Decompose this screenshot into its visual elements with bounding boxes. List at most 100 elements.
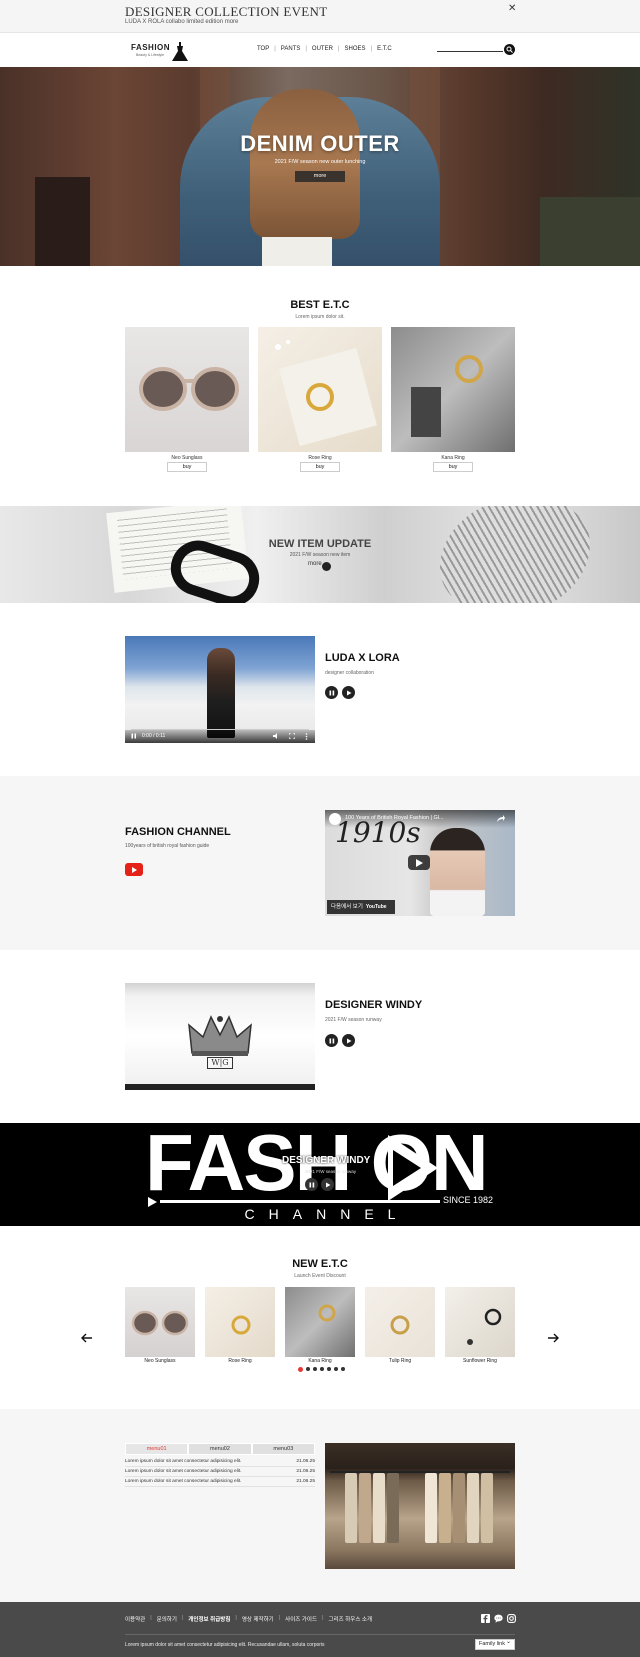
watch-on-youtube-button[interactable]: 다음에서 보기 YouTube (327, 900, 395, 914)
slider-dot[interactable] (334, 1367, 338, 1371)
nav-item-shoes[interactable]: SHOES (339, 46, 370, 52)
banner-since: SINCE 1982 (443, 1195, 494, 1205)
footer-separator: | (235, 1615, 237, 1621)
new-etc-subtitle: Launch Event Discount (294, 1273, 346, 1279)
play-button[interactable] (342, 686, 355, 699)
play-button[interactable] (342, 1034, 355, 1047)
buy-button[interactable]: buy (167, 462, 207, 472)
event-title[interactable]: DESIGNER COLLECTION EVENT (125, 4, 327, 20)
new-item-more-link[interactable]: more (308, 561, 322, 567)
slide-sunglass[interactable] (125, 1287, 195, 1357)
hero-banner: DENIM OUTER 2021 F/W season new outer lu… (0, 67, 640, 266)
tab-menu03[interactable]: menu03 (251, 1443, 315, 1455)
channel-avatar[interactable] (329, 813, 341, 825)
slider-dot[interactable] (298, 1366, 303, 1372)
news-row[interactable]: Lorem ipsum dolor sit amet consectetur a… (125, 1479, 315, 1487)
event-bar: DESIGNER COLLECTION EVENT LUDA X ROLA co… (0, 0, 640, 33)
fullscreen-icon[interactable] (289, 733, 295, 739)
slider-dot[interactable] (341, 1367, 345, 1371)
hero-more-button[interactable]: more (295, 171, 345, 182)
buy-button[interactable]: buy (300, 462, 340, 472)
facebook-icon[interactable] (481, 1614, 490, 1623)
dress-icon (172, 42, 188, 61)
search-button[interactable] (504, 44, 515, 55)
logo[interactable]: FASHION Beauty & Lifestyle (131, 42, 193, 62)
footer-separator: | (181, 1615, 184, 1621)
new-item-banner: NEW ITEM UPDATE 2021 F/W season new item… (0, 506, 640, 603)
play-icon (346, 690, 351, 695)
cloth (481, 1473, 493, 1543)
cloth (387, 1473, 399, 1543)
slide-tulip-ring[interactable] (365, 1287, 435, 1357)
product-image-sunglass[interactable] (125, 327, 249, 452)
arrow-left-icon[interactable] (80, 1331, 94, 1345)
more-options-icon[interactable] (305, 733, 308, 740)
youtube-embed[interactable]: 1910s 100 Years of British Royal Fashion… (325, 810, 515, 916)
slide-rose-ring[interactable] (205, 1287, 275, 1357)
logo-text: FASHION (131, 43, 171, 52)
tab-menu01[interactable]: menu01 (125, 1443, 189, 1455)
family-link-select[interactable]: Family link (475, 1638, 515, 1650)
news-row[interactable]: Lorem ipsum dolor sit amet consectetur a… (125, 1459, 315, 1467)
pause-icon[interactable] (131, 733, 137, 739)
footer-link-privacy[interactable]: 개인정보 취급방침 (188, 1615, 230, 1623)
play-icon (346, 1038, 351, 1043)
news-text: Lorem ipsum dolor sit amet consectetur a… (125, 1469, 242, 1474)
nav-item-pants[interactable]: PANTS (276, 46, 306, 52)
main-nav: TOP | PANTS | OUTER | SHOES | E.T.C (252, 46, 397, 52)
product-image-kana-ring[interactable] (391, 327, 515, 452)
volume-icon[interactable] (273, 733, 280, 739)
pause-button[interactable] (305, 1178, 318, 1191)
close-icon[interactable]: ✕ (508, 3, 516, 14)
video-player-windy[interactable]: W|G (125, 983, 315, 1090)
slide-name: Neo Sunglass (144, 1358, 176, 1364)
slider-dot[interactable] (327, 1367, 331, 1371)
product-name: Neo Sunglass (171, 455, 203, 461)
footer-link[interactable]: 그리즈 하우스 소개 (328, 1615, 372, 1623)
product-image-rose-ring[interactable] (258, 327, 382, 452)
play-icon (325, 1182, 330, 1187)
footer-link[interactable]: 영상 제작하기 (242, 1615, 274, 1623)
play-button[interactable] (321, 1178, 334, 1191)
youtube-video-title[interactable]: 100 Years of British Royal Fashion | Gl.… (345, 815, 490, 821)
tab-menu02[interactable]: menu02 (188, 1443, 252, 1455)
slide-sunflower-ring[interactable] (445, 1287, 515, 1357)
news-row[interactable]: Lorem ipsum dolor sit amet consectetur a… (125, 1469, 315, 1477)
pause-button[interactable] (325, 686, 338, 699)
chat-icon[interactable] (494, 1614, 503, 1623)
search-icon (506, 46, 513, 53)
footer-link[interactable]: 사이즈 가이드 (285, 1615, 317, 1623)
product-name: Rose Ring (308, 455, 332, 461)
slider-dot[interactable] (313, 1367, 317, 1371)
footer-separator: | (150, 1615, 152, 1621)
more-dot-icon[interactable] (322, 562, 331, 571)
nav-item-top[interactable]: TOP (252, 46, 274, 52)
video-queen-figure (430, 828, 485, 916)
event-subtitle[interactable]: LUDA X ROLA collabo limited edition more (125, 19, 238, 25)
share-icon[interactable] (497, 815, 505, 823)
footer-link[interactable]: 이용약관 (125, 1615, 145, 1623)
ring-image (231, 1315, 251, 1335)
buy-button[interactable]: buy (433, 462, 473, 472)
cloth (467, 1473, 479, 1543)
youtube-play-button[interactable] (408, 855, 430, 870)
slider-dot[interactable] (306, 1367, 310, 1371)
banner-play-cutout (393, 1150, 421, 1186)
video-progress[interactable] (131, 729, 309, 730)
new-item-title: NEW ITEM UPDATE (268, 538, 372, 550)
video-player-luda[interactable]: 0:00 / 0:11 (125, 636, 315, 743)
instagram-icon[interactable] (507, 1614, 516, 1623)
arrow-right-icon[interactable] (546, 1331, 560, 1345)
nav-item-etc[interactable]: E.T.C (372, 46, 397, 52)
slider-dot[interactable] (320, 1367, 324, 1371)
pause-button[interactable] (325, 1034, 338, 1047)
site-footer: 이용약관 | 문의하기 | 개인정보 취급방침 | 영상 제작하기 | 사이즈 가이드 |… (0, 1602, 640, 1657)
slide-kana-ring[interactable] (285, 1287, 355, 1357)
footer-link[interactable]: 문의하기 (157, 1615, 177, 1623)
youtube-icon[interactable] (125, 863, 143, 876)
sunglass-image (139, 367, 239, 411)
cloth (359, 1473, 371, 1543)
nav-item-outer[interactable]: OUTER (307, 46, 338, 52)
search-input[interactable] (437, 51, 503, 52)
slide-name: Tulip Ring (388, 1358, 412, 1364)
